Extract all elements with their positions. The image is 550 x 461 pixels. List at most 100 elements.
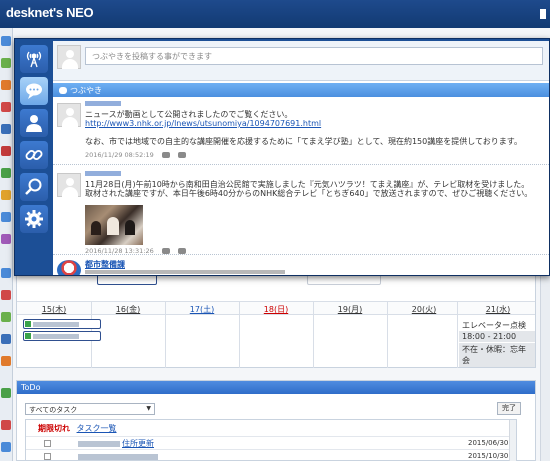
todo-complete-button[interactable]: 完了 — [497, 402, 521, 415]
day-label[interactable]: 21(水) — [461, 304, 535, 315]
todo-row[interactable]: 住所更新 2015/06/30 — [26, 436, 516, 449]
link-icon — [25, 150, 43, 160]
todo-row[interactable]: 2015/10/30 — [26, 449, 516, 461]
compose-area: つぶやきを投稿する事ができます — [53, 41, 549, 81]
todo-list: 期限切れ タスク一覧 住所更新 2015/06/30 2015/10/30 — [25, 419, 517, 461]
nav-user-button[interactable] — [20, 109, 48, 137]
chevron-down-icon: ▼ — [146, 405, 151, 412]
nav-speech-button[interactable] — [20, 77, 48, 105]
todo-overdue-heading: 期限切れ タスク一覧 — [38, 423, 117, 434]
right-panel-edge — [540, 272, 550, 461]
day-label[interactable]: 18(日) — [239, 304, 313, 315]
rail-icon[interactable] — [1, 442, 11, 452]
day-label[interactable]: 20(火) — [387, 304, 461, 315]
schedule-event-text[interactable]: 不在・休暇：忘年会 — [459, 343, 535, 367]
avatar[interactable] — [57, 173, 81, 197]
modal-content: つぶやきを投稿する事ができます つぶやき ニュースが動画として公開されましたので… — [53, 41, 549, 275]
rail-icon[interactable] — [1, 234, 11, 244]
todo-panel: ToDo すべてのタスク ▼ 完了 期限切れ タスク一覧 住所更新 2015/0… — [16, 380, 536, 461]
divider — [165, 301, 166, 368]
author-name[interactable]: 都市整備課 — [85, 259, 125, 270]
comment-icon[interactable] — [161, 248, 170, 254]
app-rail — [0, 28, 13, 461]
redacted-text — [78, 454, 158, 460]
rail-icon[interactable] — [1, 102, 11, 112]
rail-icon[interactable] — [1, 146, 11, 156]
rail-icon[interactable] — [1, 36, 11, 46]
day-label[interactable]: 19(月) — [313, 304, 387, 315]
compose-input[interactable]: つぶやきを投稿する事ができます — [85, 47, 543, 65]
overdue-label: 期限切れ — [38, 424, 70, 433]
tweet-modal: つぶやきを投稿する事ができます つぶやき ニュースが動画として公開されましたので… — [14, 38, 550, 276]
app-logo[interactable]: desknet's NEO — [6, 5, 94, 20]
redacted-text — [78, 441, 120, 447]
broadcast-icon — [26, 51, 42, 68]
timeline-title: つぶやき — [70, 86, 102, 95]
tweet-post: 都市整備課 — [53, 257, 549, 275]
todo-scrollbar[interactable] — [509, 420, 516, 461]
rail-icon[interactable] — [1, 168, 11, 178]
rail-icon[interactable] — [1, 312, 11, 322]
rail-icon[interactable] — [1, 124, 11, 134]
divider — [313, 301, 314, 368]
todo-checkbox[interactable] — [44, 440, 51, 447]
author-name[interactable] — [85, 171, 121, 176]
day-label[interactable]: 16(金) — [91, 304, 165, 315]
author-name[interactable] — [85, 101, 121, 106]
speech-bubble-icon — [26, 83, 42, 99]
post-timestamp: 2016/11/28 13:31:26 — [85, 247, 154, 255]
schedule-event-card[interactable] — [23, 319, 101, 329]
rail-icon[interactable] — [1, 334, 11, 344]
post-text: 取材された講座ですが、本日午後6時40分からのNHK総合テレビ「とちぎ640」で… — [85, 189, 533, 198]
post-link[interactable]: http://www3.nhk.or.jp/lnews/utsunomiya/1… — [85, 119, 321, 128]
schedule-event-card[interactable] — [23, 331, 101, 341]
todo-date: 2015/06/30 — [468, 439, 509, 447]
todo-checkbox[interactable] — [44, 453, 51, 460]
divider — [457, 301, 458, 368]
nav-settings-button[interactable] — [20, 205, 48, 233]
day-label[interactable]: 17(土) — [165, 304, 239, 315]
nav-broadcast-button[interactable] — [20, 45, 48, 73]
divider — [239, 301, 240, 368]
avatar[interactable] — [57, 260, 81, 275]
timeline-header: つぶやき — [53, 83, 549, 97]
rail-icon[interactable] — [1, 212, 11, 222]
todo-filter-select[interactable]: すべてのタスク ▼ — [25, 403, 155, 415]
rail-icon[interactable] — [1, 388, 11, 398]
avatar[interactable] — [57, 103, 81, 127]
app-header: desknet's NEO — [0, 0, 550, 28]
redacted-text — [85, 270, 285, 274]
tweet-post: ニュースが動画として公開されましたのでご覧ください。 http://www3.n… — [53, 99, 549, 165]
search-icon — [25, 178, 42, 195]
modal-nav — [17, 43, 51, 273]
todo-title[interactable]: ToDo — [17, 381, 535, 394]
header-menu-icon[interactable] — [540, 9, 546, 19]
rail-icon[interactable] — [1, 356, 11, 366]
tweet-post: 11月28日(月)午前10時から南和田自治公民館で実施しました『元気ハツラツ！て… — [53, 167, 549, 255]
post-meta: 2016/11/28 13:31:26 — [85, 247, 186, 255]
gear-icon — [25, 210, 43, 228]
share-icon[interactable] — [177, 152, 186, 158]
comment-icon[interactable] — [161, 152, 170, 158]
post-text: なお、市では地域での自主的な講座開催を応援するために「てまえ学び塾」として、現在… — [85, 137, 522, 146]
todo-date: 2015/10/30 — [468, 452, 509, 460]
speech-bubble-icon — [59, 87, 67, 94]
task-list-link[interactable]: タスク一覧 — [77, 424, 117, 433]
divider — [387, 301, 388, 368]
rail-icon[interactable] — [1, 268, 11, 278]
nav-search-button[interactable] — [20, 173, 48, 201]
post-timestamp: 2016/11/29 08:52:19 — [85, 151, 154, 159]
rail-icon[interactable] — [1, 58, 11, 68]
nav-link-button[interactable] — [20, 141, 48, 169]
post-photo[interactable] — [85, 205, 143, 245]
todo-title-link[interactable]: 住所更新 — [122, 438, 154, 449]
share-icon[interactable] — [177, 248, 186, 254]
rail-icon[interactable] — [1, 190, 11, 200]
weekly-schedule: 15(木) 16(金) 17(土) 18(日) 19(月) 20(火) 21(水… — [16, 272, 536, 368]
day-label[interactable]: 15(木) — [17, 304, 91, 315]
rail-icon[interactable] — [1, 80, 11, 90]
schedule-event-text[interactable]: 18:00 - 21:00 — [459, 331, 535, 342]
rail-icon[interactable] — [1, 420, 11, 430]
todo-filter-value: すべてのタスク — [29, 406, 78, 414]
rail-icon[interactable] — [1, 290, 11, 300]
